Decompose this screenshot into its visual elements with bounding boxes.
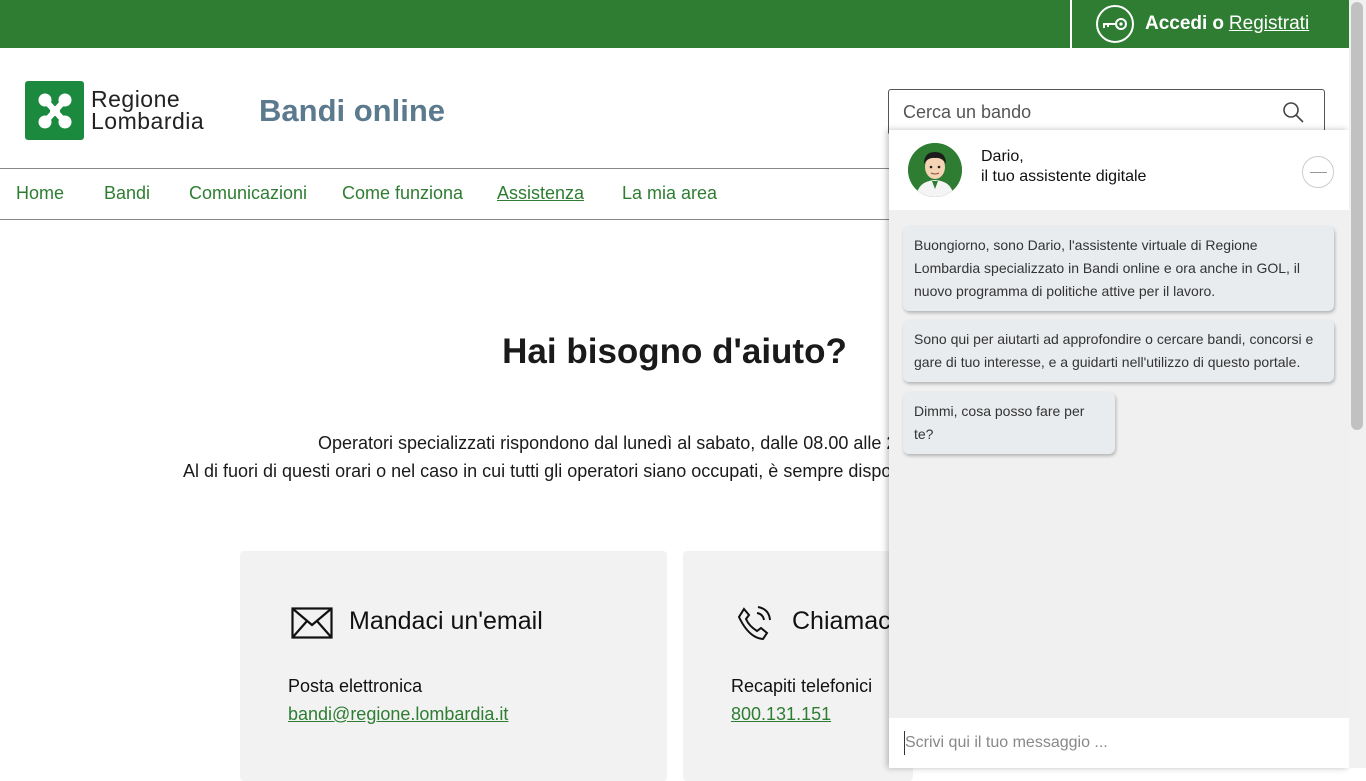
minimize-icon[interactable] [1302, 156, 1334, 188]
top-bar: Accedi o Registrati [0, 0, 1349, 48]
login-link[interactable]: Accedi [1145, 13, 1207, 35]
chat-header: Dario, il tuo assistente digitale [889, 130, 1349, 210]
chat-panel: Dario, il tuo assistente digitale Buongi… [889, 130, 1349, 768]
assistant-name-line1: Dario, [981, 148, 1024, 165]
search-box[interactable]: Cerca un bando [888, 89, 1325, 135]
nav-item-come-funziona[interactable]: Come funziona [342, 183, 463, 204]
phone-card-title: Chiamaci [792, 607, 897, 635]
email-card-title: Mandaci un'email [349, 607, 543, 635]
phone-card: Chiamaci Recapiti telefonici 800.131.151 [683, 551, 913, 781]
logo-mark-icon [38, 93, 71, 128]
logo-text-line1: Regione [91, 86, 181, 112]
chat-message-input[interactable] [903, 730, 1333, 756]
assistant-name-line2: il tuo assistente digitale [981, 168, 1147, 185]
chat-message: Buongiorno, sono Dario, l'assistente vir… [903, 226, 1334, 311]
search-icon[interactable] [1282, 101, 1304, 128]
phone-card-label: Recapiti telefonici [731, 676, 873, 696]
scrollbar-thumb[interactable] [1351, 2, 1363, 430]
search-input[interactable]: Cerca un bando [903, 102, 1031, 123]
hours-text: Operatori specializzati rispondono dal l… [318, 433, 922, 453]
logo-text-line2: Lombardia [91, 108, 205, 134]
regione-lombardia-logo[interactable] [25, 81, 84, 140]
email-link[interactable]: bandi@regione.lombardia.it [288, 704, 508, 725]
login-separator: o [1212, 13, 1224, 34]
nav-item-home[interactable]: Home [16, 183, 64, 204]
phone-icon [735, 605, 773, 648]
email-icon [291, 607, 333, 644]
avatar-icon [908, 143, 962, 197]
assistant-name: Dario, il tuo assistente digitale [981, 147, 1146, 187]
phone-link[interactable]: 800.131.151 [731, 704, 831, 725]
site-title[interactable]: Bandi online [259, 93, 445, 129]
chat-message: Sono qui per aiutarti ad approfondire o … [903, 320, 1334, 382]
email-card: Mandaci un'email Posta elettronica bandi… [240, 551, 667, 781]
logo-text[interactable]: Regione Lombardia [91, 86, 205, 134]
key-icon[interactable] [1096, 5, 1134, 43]
nav-item-comunicazioni[interactable]: Comunicazioni [189, 183, 307, 204]
email-card-label: Posta elettronica [288, 676, 423, 696]
nav-item-bandi[interactable]: Bandi [104, 183, 150, 204]
register-link[interactable]: Registrati [1229, 13, 1309, 35]
login-area[interactable]: Accedi o Registrati [1070, 0, 1349, 48]
chat-input-area [889, 718, 1349, 768]
nav-item-assistenza[interactable]: Assistenza [497, 183, 584, 204]
page-scrollbar[interactable] [1349, 0, 1366, 768]
chat-message: Dimmi, cosa posso fare per te? [903, 392, 1115, 454]
nav-item-la-mia-area[interactable]: La mia area [622, 183, 717, 204]
availability-text: Al di fuori di questi orari o nel caso i… [183, 461, 916, 481]
